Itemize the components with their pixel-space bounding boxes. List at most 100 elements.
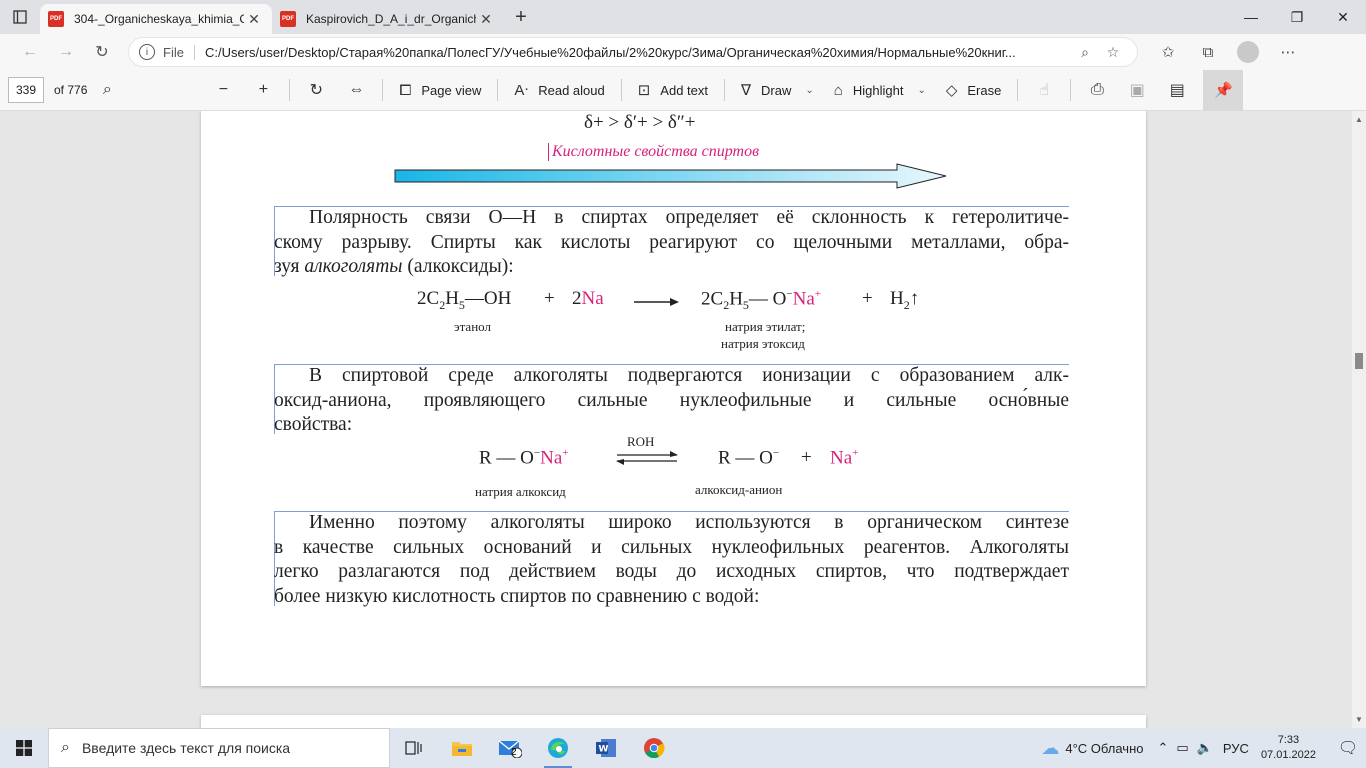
task-view-icon[interactable] — [390, 728, 438, 768]
text-line: Полярность связи O—H в спиртах определяе… — [309, 207, 1069, 228]
taskbar-search-input[interactable]: ⌕ Введите здесь текст для поиска — [48, 728, 390, 768]
profile-button[interactable] — [1228, 34, 1268, 70]
plus-sign: + — [544, 288, 555, 309]
refresh-icon[interactable]: ↻ — [84, 34, 120, 70]
zoom-out-icon[interactable]: − — [203, 70, 243, 111]
page-view-button[interactable]: ⧠ Page view — [389, 70, 491, 111]
url-text[interactable]: C:/Users/user/Desktop/Старая%20папка/Пол… — [205, 45, 1071, 60]
edge-browser-icon[interactable] — [534, 728, 582, 768]
tab-title: Kaspirovich_D_A_i_dr_Organichec — [306, 12, 476, 26]
word-icon[interactable]: W — [582, 728, 630, 768]
zoom-in-icon[interactable]: + — [243, 70, 283, 111]
erase-button[interactable]: ◇ Erase — [936, 70, 1012, 111]
paragraph-2: В спиртовой среде алкоголяты подвергаютс… — [274, 364, 1069, 438]
highlight-label: Highlight — [852, 82, 904, 98]
pin-toolbar-icon[interactable]: 📌 — [1203, 69, 1244, 111]
rotate-icon[interactable]: ↻ — [296, 70, 336, 111]
close-icon[interactable]: ✕ — [476, 11, 496, 28]
chevron-down-icon[interactable]: ⌄ — [805, 85, 813, 96]
pdf-page: δ+ > δ′+ > δ″+ Кислотные свойства спирто… — [201, 111, 1146, 686]
info-icon[interactable]: i — [139, 44, 155, 60]
pdf-viewer[interactable]: δ+ > δ′+ > δ″+ Кислотные свойства спирто… — [0, 111, 1366, 728]
text-line: В спиртовой среде алкоголяты подвергаютс… — [309, 365, 1069, 386]
label-sodium-alkoxide: натрия алкоксид — [475, 484, 566, 499]
text-line: скому разрыву. Спирты как кислоты реагир… — [274, 231, 1069, 253]
date: 07.01.2022 — [1260, 749, 1316, 761]
close-window-icon[interactable]: ✕ — [1320, 0, 1366, 34]
weather-widget[interactable]: ☁ 4°C Облачно — [1041, 738, 1143, 759]
notifications-icon[interactable]: 🗨 — [1330, 738, 1366, 758]
network-icon[interactable]: ▭ — [1176, 740, 1188, 756]
text-line: более низкую кислотность спиртов по срав… — [274, 585, 760, 607]
add-favorite-icon[interactable]: ☆ — [1099, 44, 1127, 61]
add-text-button[interactable]: ⊡ Add text — [628, 70, 718, 111]
reaction-arrow-icon — [634, 298, 679, 306]
sodium-cation: Na+ — [830, 447, 859, 469]
forward-arrow-icon[interactable]: → — [48, 34, 84, 70]
svg-text:W: W — [599, 745, 609, 755]
tab-pdf-2[interactable]: PDF Kaspirovich_D_A_i_dr_Organichec ✕ — [272, 4, 504, 34]
collections-icon[interactable]: ⧉ — [1188, 34, 1228, 70]
plus-sign: + — [862, 288, 873, 309]
new-tab-button[interactable]: + — [504, 0, 538, 34]
ethylate-formula: 2C2H5— O−Na+ — [701, 288, 821, 313]
erase-label: Erase — [967, 82, 1002, 98]
mail-icon[interactable]: 2 — [486, 728, 534, 768]
file-label: File — [163, 44, 195, 60]
clock[interactable]: 7:33 07.01.2022 — [1261, 733, 1316, 763]
tab-actions-button[interactable] — [0, 0, 40, 34]
read-aloud-label: Read aloud — [538, 82, 605, 98]
url-input[interactable]: i File C:/Users/user/Desktop/Старая%20па… — [128, 37, 1138, 67]
label-ethylate: натрия этилат; — [725, 319, 806, 334]
save-as-icon[interactable]: ▤ — [1157, 70, 1197, 111]
text-line: в качестве сильных оснований и сильных н… — [274, 536, 1069, 558]
divider — [724, 79, 725, 101]
divider — [1017, 79, 1019, 101]
page-number-input[interactable]: 339 — [8, 77, 44, 103]
draw-icon: ∇ — [741, 82, 752, 99]
search-placeholder: Введите здесь текст для поиска — [81, 740, 291, 756]
pdf-file-icon: PDF — [280, 11, 296, 27]
file-explorer-icon[interactable] — [438, 728, 486, 768]
draw-button[interactable]: ∇ Draw ⌄ — [731, 70, 824, 111]
read-aloud-button[interactable]: Aᐧ Read aloud — [504, 70, 614, 111]
text-line: свойства: — [274, 414, 353, 435]
favorites-icon[interactable]: ✩ — [1148, 34, 1188, 70]
search-icon[interactable]: ⌕ — [87, 70, 127, 111]
fit-page-icon[interactable]: ⇔ — [336, 70, 376, 111]
highlight-icon: ⌂ — [833, 81, 843, 99]
divider — [620, 79, 622, 101]
acidity-label: Кислотные свойства спиртов — [548, 143, 759, 161]
pdf-toolbar: 339 of 776 ⌕ − + ↻ ⇔ ⧠ Page view Aᐧ Read a… — [0, 69, 1366, 111]
label-ethanol: этанол — [454, 319, 491, 334]
next-pdf-page — [201, 715, 1146, 728]
scroll-up-icon[interactable]: ▲ — [1355, 115, 1363, 124]
touch-write-icon[interactable]: ☝ — [1024, 70, 1064, 111]
equilibrium-arrow-icon — [616, 451, 678, 465]
add-text-icon: ⊡ — [637, 82, 651, 99]
vertical-scrollbar[interactable]: ▲ ▼ — [1352, 111, 1366, 728]
restore-icon[interactable]: ❐ — [1274, 0, 1320, 34]
hydrogen-product: H2↑ — [890, 288, 920, 312]
chevron-up-icon[interactable]: ⌃ — [1158, 740, 1169, 756]
zoom-icon[interactable]: ⌕ — [1071, 44, 1099, 61]
chrome-icon[interactable] — [630, 728, 678, 768]
chevron-down-icon[interactable]: ⌄ — [917, 85, 925, 96]
paragraph-3: Именно поэтому алкоголяты широко использ… — [274, 511, 1069, 609]
highlight-button[interactable]: ⌂ Highlight ⌄ — [824, 70, 936, 111]
cloud-icon: ☁ — [1041, 737, 1060, 758]
print-icon[interactable]: ⎙ — [1077, 70, 1117, 111]
ethanol-formula: 2C2H5—OH — [417, 288, 512, 312]
volume-icon[interactable]: 🔈 — [1197, 740, 1213, 756]
scroll-down-icon[interactable]: ▼ — [1355, 715, 1363, 724]
close-icon[interactable]: ✕ — [244, 11, 264, 28]
tab-pdf-1[interactable]: PDF 304-_Organicheskaya_khimia_Ch ✕ — [40, 4, 272, 34]
minimize-icon[interactable]: — — [1228, 0, 1274, 34]
save-icon[interactable]: ▣ — [1117, 70, 1157, 111]
time: 7:33 — [1277, 734, 1300, 746]
more-menu-icon[interactable]: ⋯ — [1268, 34, 1308, 70]
windows-start-button[interactable] — [0, 728, 48, 768]
scrollbar-thumb[interactable] — [1355, 353, 1363, 369]
language-indicator[interactable]: РУС — [1223, 741, 1249, 756]
back-arrow-icon[interactable]: ← — [12, 34, 48, 70]
